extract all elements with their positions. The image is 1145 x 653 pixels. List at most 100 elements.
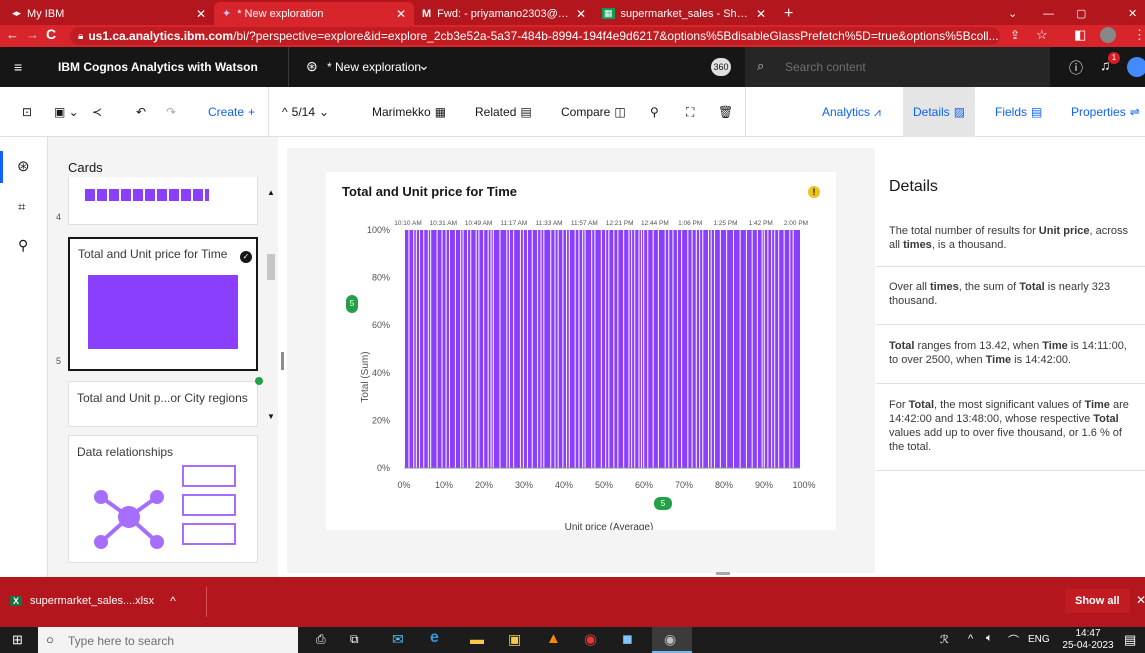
back-icon[interactable]: ← [6,27,19,42]
taskbar-search[interactable]: ○ Type here to search [38,627,298,653]
show-all-button[interactable]: Show all [1065,589,1130,613]
clock-date[interactable]: 25-04-2023 [1060,640,1116,651]
language-indicator[interactable]: ENG [1028,634,1050,645]
card-4[interactable] [68,177,258,225]
comment-icon[interactable]: ⊡ [22,87,32,137]
redo-icon[interactable]: ↷ [166,87,176,137]
segment-separator [719,230,721,468]
field-name: Time [1084,399,1110,411]
undo-icon[interactable]: ↶ [136,87,146,137]
share-icon[interactable]: ≺ [92,87,102,137]
details-text: ranges from 13.42, when [914,340,1043,352]
chevron-down-icon[interactable]: ⌄ [418,57,430,74]
segment-separator [436,230,438,468]
analytics-tab[interactable]: Analytics ⩘ [822,87,881,137]
x-tick-label: 70% [675,480,693,490]
panel-splitter[interactable] [281,352,284,370]
reload-icon[interactable]: C [46,26,56,42]
exploration-title[interactable]: * New exploration [327,60,421,74]
active-app[interactable]: ◉ [652,627,692,653]
details-text: , the most significant values of [934,399,1085,411]
segment-separator [676,230,678,468]
card-7[interactable]: Data relationships [68,435,258,563]
details-text: , is a thousand. [931,239,1007,251]
scroll-up-icon[interactable]: ▲ [267,188,275,197]
forward-icon[interactable]: → [26,27,39,42]
badge-360[interactable]: 360 [711,58,731,76]
chart-plot[interactable]: 100% 80% 60% 40% 20% 0% 0% 10% 20% 30% 40% 50% 60% 7… [326,172,836,530]
url-input[interactable]: 🔒︎ us1.ca.analytics.ibm.com/bi/?perspect… [70,27,1000,45]
card-5[interactable]: Total and Unit price for Time ✓ [68,237,258,371]
compare-button[interactable]: Compare ◫ [561,87,626,137]
marimekko-button[interactable]: Marimekko ▦ [372,87,446,137]
marimekko-icon: ▦ [434,105,447,119]
tab-gmail[interactable]: M Fwd: - priyamano2303@gmail.co ✕ [414,2,594,25]
segment-separator [672,230,674,468]
fields-tab[interactable]: Fields ▤ [995,87,1042,137]
related-button[interactable]: Related ▤ [475,87,532,137]
scroll-down-icon[interactable]: ▼ [267,412,275,421]
browser-menu-icon[interactable]: ⋮ [1133,27,1145,43]
pin-icon[interactable]: ⚲ [650,87,659,137]
cards-scrollbar[interactable]: ▲ ▼ [266,182,276,432]
segment-separator [687,230,689,468]
window-close-button[interactable]: ✕ [1120,2,1144,25]
details-paragraph-3: Total ranges from 13.42, when Time is 14… [889,339,1139,367]
properties-tab[interactable]: Properties ⇌ [1071,87,1140,137]
bookmark-star-icon[interactable]: ☆ [1036,27,1048,43]
relationships-icon[interactable]: ⌗ [18,199,25,215]
volume-icon[interactable]: 🔈︎ [986,632,993,645]
help-icon[interactable]: ⓘ [1069,58,1083,78]
vlc-icon[interactable]: ▲ [546,630,561,647]
chevron-down-icon[interactable]: ⌄ [1000,2,1024,25]
resize-handle[interactable] [716,572,730,575]
share-icon[interactable]: ⇪ [1010,28,1020,42]
search-field[interactable]: ⌕ Search content [745,47,1050,87]
edge-icon[interactable]: e [430,629,439,647]
wifi-icon[interactable]: ⌒ [1008,632,1019,648]
save-icon[interactable]: ▣ ⌄ [54,87,79,137]
chevron-up-icon[interactable]: ^ [170,594,176,608]
tab-sheets[interactable]: ▦ supermarket_sales - Sheet1 - Goo ✕ [594,2,774,25]
close-icon[interactable]: ✕ [576,7,586,21]
sidebar-toggle-icon[interactable]: ◧ [1074,27,1086,43]
close-icon[interactable]: ✕ [196,7,206,21]
y-count-badge[interactable]: 5 [346,295,358,313]
notifications-icon[interactable]: ▤ [1124,632,1136,648]
segment-separator [483,230,485,468]
close-icon[interactable]: ✕ [1136,593,1145,607]
card-6[interactable]: Total and Unit p...or City regions [68,381,258,427]
profile-avatar[interactable] [1100,27,1116,43]
compare-icon: ◫ [614,105,626,119]
scroll-thumb[interactable] [267,254,275,280]
microphone-icon[interactable]: ⎙ [316,632,326,647]
download-item[interactable]: X supermarket_sales....xlsx ^ [10,591,176,611]
file-explorer-icon[interactable]: ▬ [470,631,484,647]
tab-new-exploration[interactable]: ✦ * New exploration ✕ [214,2,414,25]
close-icon[interactable]: ✕ [396,7,406,21]
chrome-icon[interactable]: ◉ [584,630,597,648]
close-icon[interactable]: ✕ [756,7,766,21]
app-icon[interactable]: ◼ [622,631,633,647]
windows-start-icon[interactable]: ⊞ [12,632,23,648]
hamburger-menu-icon[interactable]: ≡ [14,59,22,75]
task-view-icon[interactable]: ⧉ [350,632,359,647]
minimize-button[interactable]: — [1035,2,1059,25]
tray-chevron-up-icon[interactable]: ^ [968,633,973,645]
tab-my-ibm[interactable]: ◂▸ My IBM ✕ [4,2,214,25]
delete-icon[interactable]: 🗑︎ [718,87,733,137]
pin-icon[interactable]: ⚲ [18,237,28,254]
details-tab[interactable]: Details ▨ [903,87,976,137]
new-tab-button[interactable]: + [776,2,800,25]
x-count-badge[interactable]: 5 [654,497,672,510]
store-icon[interactable]: ▣ [508,631,521,648]
mail-icon[interactable]: ✉ [392,631,404,648]
user-avatar[interactable] [1127,57,1145,77]
page-navigator[interactable]: ^ 5/14 ⌄ [282,87,329,137]
people-icon[interactable]: ℛ [940,633,949,646]
focus-icon[interactable]: ⛶ [686,87,694,137]
create-button[interactable]: Create + [208,87,255,137]
clock-time[interactable]: 14:47 [1070,628,1106,639]
maximize-button[interactable]: ▢ [1068,2,1092,25]
cards-icon[interactable]: ⊛ [17,157,30,175]
